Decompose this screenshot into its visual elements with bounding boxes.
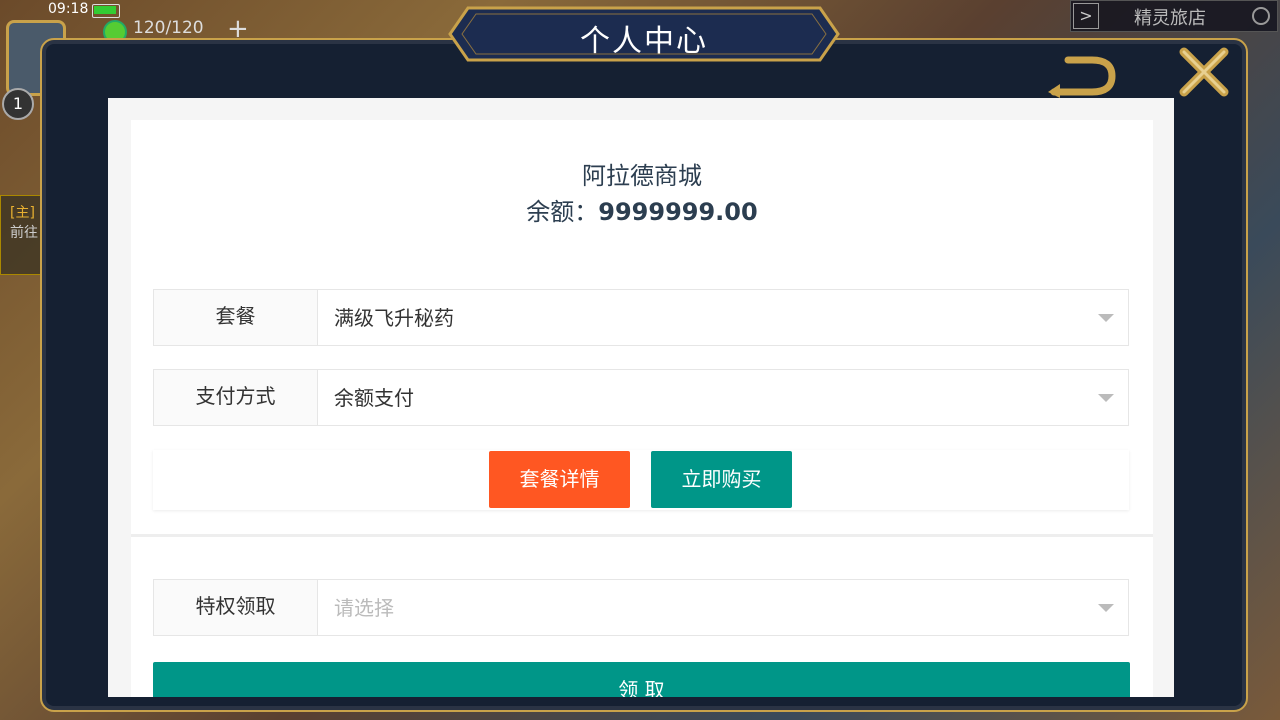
privilege-label: 特权领取 bbox=[154, 580, 318, 635]
balance-label: 余额： bbox=[526, 198, 599, 226]
hud-shop-label: 精灵旅店 bbox=[1134, 8, 1206, 29]
privilege-select[interactable]: 特权领取 请选择 bbox=[153, 579, 1129, 636]
claim-button[interactable]: 领 取 bbox=[153, 662, 1130, 697]
payment-select[interactable]: 支付方式 余额支付 bbox=[153, 369, 1129, 426]
balance-value: 9999999.00 bbox=[598, 198, 758, 226]
payment-value: 余额支付 bbox=[334, 386, 414, 410]
hud-quest-go[interactable]: 前往 bbox=[10, 222, 38, 242]
search-icon[interactable] bbox=[1252, 7, 1270, 25]
dialog-title-bar: 个人中心 bbox=[448, 6, 840, 62]
package-details-button[interactable]: 套餐详情 bbox=[489, 451, 630, 508]
chevron-down-icon bbox=[1098, 394, 1114, 402]
close-button[interactable] bbox=[1176, 44, 1232, 100]
hud-energy: 120/120 bbox=[133, 18, 204, 38]
chevron-down-icon bbox=[1098, 604, 1114, 612]
purchase-card: 阿拉德商城 余额：9999999.00 套餐 满级飞升秘药 支付方式 余额支付 … bbox=[131, 120, 1153, 534]
payment-label: 支付方式 bbox=[154, 370, 318, 425]
dialog-title: 个人中心 bbox=[580, 24, 708, 59]
balance: 余额：9999999.00 bbox=[131, 192, 1153, 227]
store-name: 阿拉德商城 bbox=[582, 162, 702, 190]
hud-shop-expand-button[interactable]: > bbox=[1073, 3, 1099, 29]
buy-now-button[interactable]: 立即购买 bbox=[651, 451, 792, 508]
hud-time: 09:18 bbox=[48, 1, 89, 17]
close-icon bbox=[1179, 47, 1229, 97]
back-button[interactable] bbox=[1044, 52, 1118, 98]
battery-icon bbox=[92, 4, 120, 18]
dialog-content: 阿拉德商城 余额：9999999.00 套餐 满级飞升秘药 支付方式 余额支付 … bbox=[108, 98, 1174, 697]
package-value: 满级飞升秘药 bbox=[334, 306, 454, 330]
chevron-down-icon bbox=[1098, 314, 1114, 322]
button-group: 套餐详情 立即购买 bbox=[153, 450, 1129, 510]
package-label: 套餐 bbox=[154, 290, 318, 345]
hud-level-badge: 1 bbox=[2, 88, 34, 120]
package-select[interactable]: 套餐 满级飞升秘药 bbox=[153, 289, 1129, 346]
back-arrow-icon bbox=[1048, 56, 1116, 98]
privilege-placeholder: 请选择 bbox=[334, 596, 394, 620]
hud-quest-tag: [主] bbox=[10, 205, 35, 221]
